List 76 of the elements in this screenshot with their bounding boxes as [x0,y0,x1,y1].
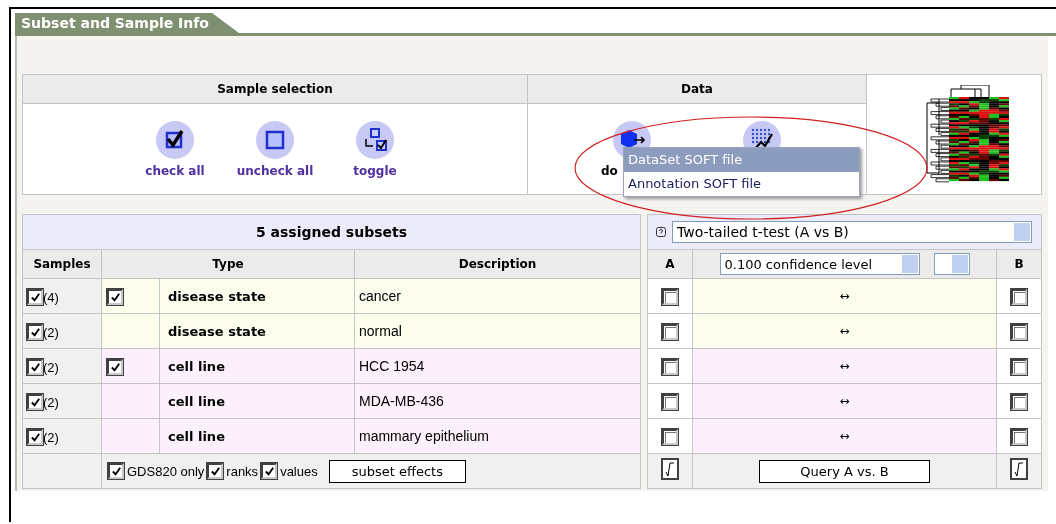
checkmark-icon [109,361,121,373]
checkbox[interactable] [27,359,43,375]
option-label: values [280,463,318,479]
table-cell: MDA-MB-436 [354,383,641,419]
checkbox[interactable] [1011,394,1027,410]
query-button[interactable]: Query A vs. B [759,459,930,483]
uncheck-icon[interactable] [255,120,295,160]
checkmark-icon [29,396,41,408]
table-cell: cancer [354,278,641,314]
help-icon[interactable] [656,227,666,237]
checkbox[interactable] [1011,429,1027,445]
section-header: Data [527,74,867,104]
checkbox[interactable] [107,289,123,305]
table-cell: ↔ [692,348,997,384]
sample-count: (2) [43,429,59,445]
column-header: A [647,249,693,279]
table-cell: disease state [159,278,355,314]
checkmark-icon [263,465,275,477]
subset-effects-button[interactable]: subset effects [328,459,466,483]
checkmark-icon [29,361,41,373]
checkmark-icon [29,431,41,443]
checkbox[interactable] [662,429,678,445]
sample-count: (2) [43,394,59,410]
checkbox[interactable] [107,359,123,375]
checkbox[interactable] [108,463,124,479]
sample-count: (2) [43,359,59,375]
section-header: Sample selection [22,74,528,104]
root-icon[interactable] [661,458,679,480]
checkmark-icon [209,465,221,477]
table-cell: ↔ [692,278,997,314]
checkbox[interactable] [662,359,678,375]
table-cell: cell line [159,383,355,419]
column-header: Description [354,249,641,279]
checkmark-icon [109,291,121,303]
checkbox[interactable] [662,289,678,305]
check-icon[interactable] [155,120,195,160]
action-link[interactable]: toggle [353,164,397,178]
checkbox[interactable] [27,324,43,340]
column-header: Samples [22,249,102,279]
table-cell: ↔ [692,418,997,454]
checkmark-icon [29,326,41,338]
checkbox[interactable] [27,289,43,305]
checkbox[interactable] [261,463,278,479]
table-cell: normal [354,313,641,349]
action-link[interactable]: uncheck all [236,164,314,178]
table-cell: cell line [159,348,355,384]
confidence-dropdown[interactable]: 0.100 confidence level [719,253,920,275]
test-dropdown[interactable]: Two-tailed t-test (A vs B) [672,221,1032,243]
table-cell: disease state [159,313,355,349]
checkbox[interactable] [27,429,43,445]
root-icon[interactable] [1010,458,1028,480]
dropdown[interactable] [933,253,970,275]
column-header: Type [101,249,355,279]
table-cell: HCC 1954 [354,348,641,384]
table-cell: mammary epithelium [354,418,641,454]
checkbox[interactable] [27,394,43,410]
table-cell: ↔ [692,313,997,349]
menu-item[interactable]: Annotation SOFT file [624,172,859,196]
sample-count: (2) [43,324,59,340]
option-label: ranks [226,463,259,479]
checkbox[interactable] [662,394,678,410]
table-title: 5 assigned subsets [22,214,641,250]
table-cell: ↔ [692,383,997,419]
checkbox[interactable] [1011,324,1027,340]
checkbox[interactable] [1011,359,1027,375]
sample-count: (4) [43,289,59,305]
option-label: GDS820 only [127,463,205,479]
action-link[interactable]: do [601,164,618,178]
checkmark-icon [110,465,122,477]
checkbox[interactable] [207,463,224,479]
checkbox[interactable] [1011,289,1027,305]
action-link[interactable]: check all [145,164,205,178]
toggle-icon[interactable] [355,120,395,160]
checkbox[interactable] [662,324,678,340]
checkmark-icon [29,291,41,303]
table-cell: cell line [159,418,355,454]
